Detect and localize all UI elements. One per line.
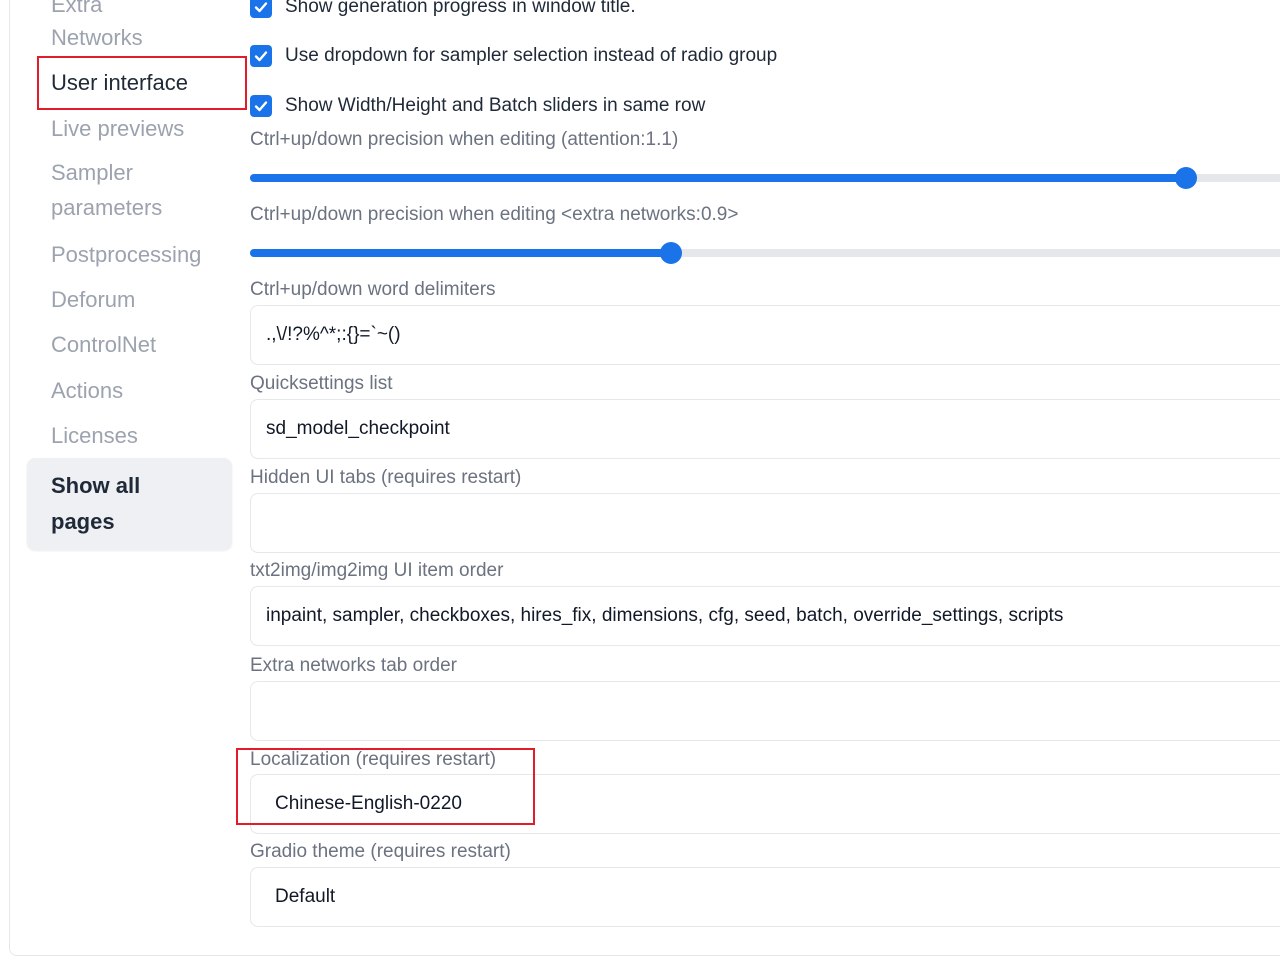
checkbox-label: Show Width/Height and Batch sliders in s…	[285, 95, 706, 116]
quicksettings-input[interactable]	[250, 399, 1280, 459]
attention-precision-label: Ctrl+up/down precision when editing (att…	[250, 129, 679, 150]
localization-label: Localization (requires restart)	[250, 749, 497, 770]
extra-networks-tab-order-label: Extra networks tab order	[250, 655, 457, 676]
extra-networks-precision-label: Ctrl+up/down precision when editing <ext…	[250, 204, 739, 225]
slider-thumb[interactable]	[660, 242, 682, 264]
extra-networks-precision-slider[interactable]	[250, 242, 1280, 264]
attention-precision-slider[interactable]	[250, 167, 1280, 189]
ui-item-order-input[interactable]	[250, 586, 1280, 646]
checkbox-label: Show generation progress in window title…	[285, 0, 636, 17]
show-all-pages-button[interactable]: Show all pages	[27, 458, 232, 550]
sidebar-item-extra[interactable]: Extra	[51, 0, 102, 18]
sidebar-item-actions[interactable]: Actions	[51, 378, 123, 404]
checkbox-row-sliders-same-row[interactable]: Show Width/Height and Batch sliders in s…	[250, 94, 705, 118]
slider-thumb[interactable]	[1175, 167, 1197, 189]
word-delimiters-label: Ctrl+up/down word delimiters	[250, 279, 496, 300]
quicksettings-label: Quicksettings list	[250, 373, 393, 394]
show-all-pages-label: Show all pages	[51, 473, 141, 534]
checkbox-row-sampler-dropdown[interactable]: Use dropdown for sampler selection inste…	[250, 44, 777, 68]
localization-dropdown[interactable]	[250, 774, 1280, 834]
checkbox-checked-icon[interactable]	[250, 45, 272, 67]
sidebar-item-deforum[interactable]: Deforum	[51, 287, 135, 313]
checkbox-label: Use dropdown for sampler selection inste…	[285, 45, 778, 66]
gradio-theme-dropdown[interactable]	[250, 867, 1280, 927]
sidebar-item-live-previews[interactable]: Live previews	[51, 116, 184, 142]
checkbox-checked-icon[interactable]	[250, 0, 272, 18]
sidebar-item-user-interface[interactable]: User interface	[51, 70, 188, 96]
sidebar-item-networks[interactable]: Networks	[51, 25, 143, 51]
hidden-ui-tabs-label: Hidden UI tabs (requires restart)	[250, 467, 522, 488]
sidebar-item-postprocessing[interactable]: Postprocessing	[51, 242, 201, 268]
checkbox-checked-icon[interactable]	[250, 95, 272, 117]
slider-fill	[250, 249, 671, 257]
word-delimiters-input[interactable]	[250, 305, 1280, 365]
checkbox-row-progress-title[interactable]: Show generation progress in window title…	[250, 0, 636, 19]
sidebar-item-controlnet[interactable]: ControlNet	[51, 332, 156, 358]
sidebar-item-licenses[interactable]: Licenses	[51, 423, 138, 449]
hidden-ui-tabs-input[interactable]	[250, 493, 1280, 553]
extra-networks-tab-order-input[interactable]	[250, 681, 1280, 741]
sidebar-item-sampler-parameters[interactable]: Sampler parameters	[51, 155, 231, 225]
gradio-theme-label: Gradio theme (requires restart)	[250, 841, 511, 862]
slider-fill	[250, 174, 1186, 182]
ui-item-order-label: txt2img/img2img UI item order	[250, 560, 504, 581]
